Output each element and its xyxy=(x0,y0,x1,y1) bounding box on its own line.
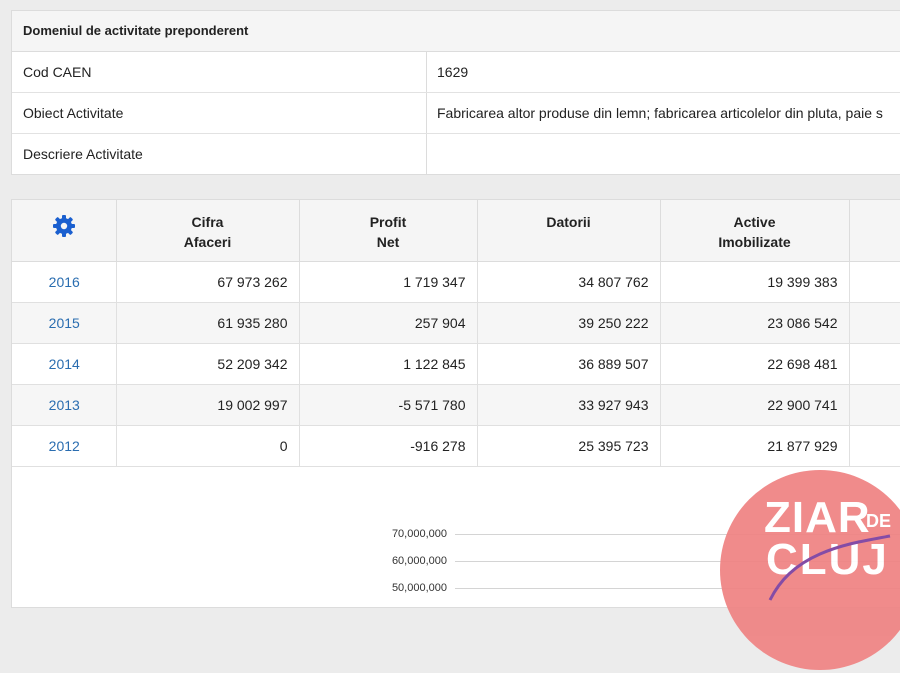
year-link[interactable]: 2012 xyxy=(12,425,117,467)
table-row: 2013 19 002 997 -5 571 780 33 927 943 22… xyxy=(12,384,900,426)
activity-object-label: Obiect Activitate xyxy=(12,93,427,133)
caen-code-label: Cod CAEN xyxy=(12,52,427,92)
net-profit-cell: -5 571 780 xyxy=(299,384,478,426)
gear-icon[interactable] xyxy=(52,214,76,243)
settings-cell xyxy=(12,200,117,262)
debts-cell: 36 889 507 xyxy=(477,343,661,385)
column-header-line: Profit xyxy=(369,214,407,230)
column-header-line: Afaceri xyxy=(183,234,232,250)
turnover-cell: 19 002 997 xyxy=(116,384,300,426)
ziardecluj-logo: ZIAR DE CLUJ xyxy=(720,470,900,670)
financials-table: Cifra Afaceri Profit Net Datorii Active Imo… xyxy=(12,200,900,467)
activity-description-value xyxy=(427,134,900,174)
fixed-assets-cell: 22 900 741 xyxy=(660,384,850,426)
table-row: 2014 52 209 342 1 122 845 36 889 507 22 … xyxy=(12,343,900,385)
debts-cell: 39 250 222 xyxy=(477,302,661,344)
column-header-line: Datorii xyxy=(546,214,591,230)
table-row: 2012 0 -916 278 25 395 723 21 877 929 xyxy=(12,425,900,467)
column-header-debts[interactable]: Datorii xyxy=(477,200,661,262)
extra-cell xyxy=(849,302,900,344)
net-profit-cell: 1 122 845 xyxy=(299,343,478,385)
extra-cell xyxy=(849,343,900,385)
turnover-cell: 0 xyxy=(116,425,300,467)
fixed-assets-cell: 22 698 481 xyxy=(660,343,850,385)
year-link[interactable]: 2014 xyxy=(12,343,117,385)
logo-text-de: DE xyxy=(866,511,891,531)
logo-text-cluj: CLUJ xyxy=(766,535,889,584)
table-row: 2015 61 935 280 257 904 39 250 222 23 08… xyxy=(12,302,900,344)
fixed-assets-cell: 21 877 929 xyxy=(660,425,850,467)
column-header-line: Cifra xyxy=(191,214,224,230)
debts-cell: 34 807 762 xyxy=(477,261,661,303)
table-header-row: Cifra Afaceri Profit Net Datorii Active Imo… xyxy=(12,200,900,262)
extra-cell xyxy=(849,384,900,426)
year-link[interactable]: 2015 xyxy=(12,302,117,344)
column-header-line: Active xyxy=(733,214,776,230)
caen-code-value: 1629 xyxy=(437,64,469,80)
net-profit-cell: 257 904 xyxy=(299,302,478,344)
year-link[interactable]: 2016 xyxy=(12,261,117,303)
y-axis-tick: 70,000,000 xyxy=(391,528,447,540)
logo-lettering: ZIAR DE CLUJ xyxy=(764,493,891,601)
y-axis-tick: 50,000,000 xyxy=(391,582,447,594)
column-header-fixed-assets[interactable]: Active Imobilizate xyxy=(660,200,850,262)
activity-header: Domeniul de activitate preponderent xyxy=(12,11,900,52)
column-header-line: Net xyxy=(376,234,400,250)
table-row: 2016 67 973 262 1 719 347 34 807 762 19 … xyxy=(12,261,900,303)
extra-cell xyxy=(849,261,900,303)
debts-cell: 33 927 943 xyxy=(477,384,661,426)
column-header-extra xyxy=(849,200,900,262)
fixed-assets-cell: 19 399 383 xyxy=(660,261,850,303)
fixed-assets-cell: 23 086 542 xyxy=(660,302,850,344)
turnover-cell: 52 209 342 xyxy=(116,343,300,385)
debts-cell: 25 395 723 xyxy=(477,425,661,467)
column-header-line: Imobilizate xyxy=(718,234,791,250)
activity-object-value: Fabricarea altor produse din lemn; fabri… xyxy=(437,105,883,121)
net-profit-cell: 1 719 347 xyxy=(299,261,478,303)
financials-panel: Cifra Afaceri Profit Net Datorii Active Imo… xyxy=(11,199,900,467)
year-link[interactable]: 2013 xyxy=(12,384,117,426)
turnover-cell: 61 935 280 xyxy=(116,302,300,344)
activity-row: Obiect Activitate Fabricarea altor produ… xyxy=(12,93,900,134)
net-profit-cell: -916 278 xyxy=(299,425,478,467)
activity-row: Cod CAEN 1629 xyxy=(12,52,900,93)
activity-panel: Domeniul de activitate preponderent Cod … xyxy=(11,10,900,175)
y-axis-tick: 60,000,000 xyxy=(391,555,447,567)
column-header-turnover[interactable]: Cifra Afaceri xyxy=(116,200,300,262)
extra-cell xyxy=(849,425,900,467)
turnover-cell: 67 973 262 xyxy=(116,261,300,303)
column-header-net-profit[interactable]: Profit Net xyxy=(299,200,478,262)
activity-row: Descriere Activitate xyxy=(12,134,900,174)
activity-description-label: Descriere Activitate xyxy=(12,134,427,174)
